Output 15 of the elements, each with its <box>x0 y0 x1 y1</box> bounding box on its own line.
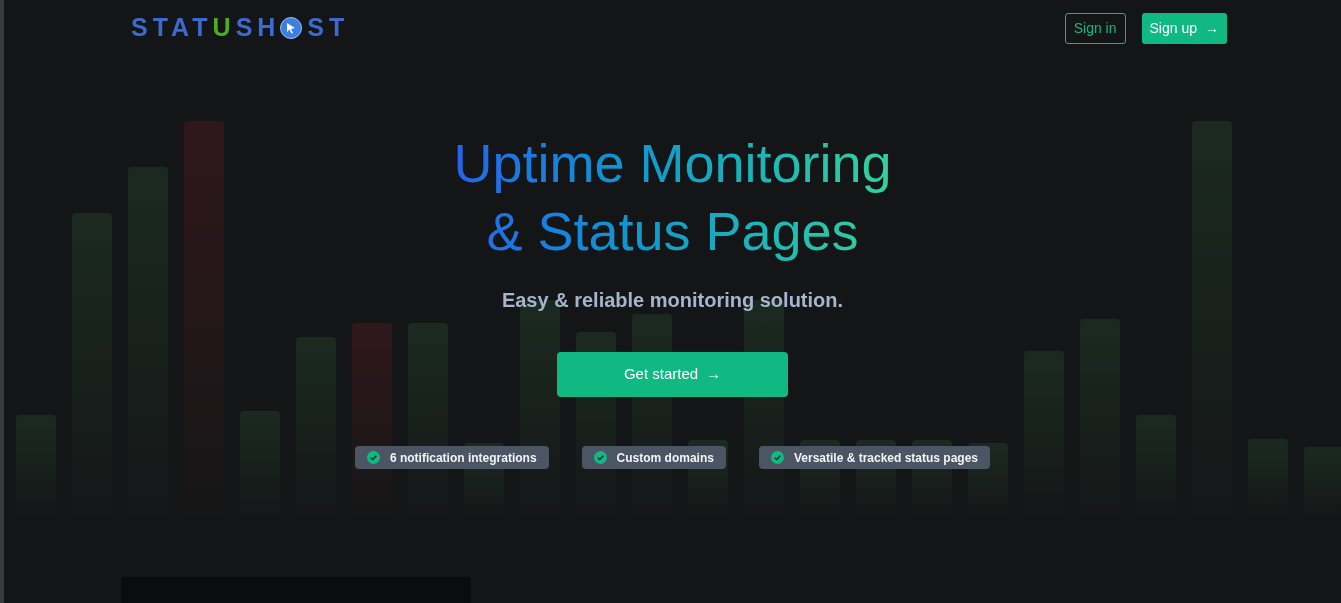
hero-subtitle: Easy & reliable monitoring solution. <box>501 288 844 313</box>
globe-icon <box>280 17 303 39</box>
logo-text: STAT <box>131 12 213 44</box>
feature-label: 6 notification integrations <box>389 449 537 467</box>
feature-label: Versatile & tracked status pages <box>793 449 979 467</box>
get-started-button[interactable]: Get started → <box>557 352 788 397</box>
sign-in-button[interactable]: Sign in <box>1064 12 1126 44</box>
feature-label: Custom domains <box>616 449 714 467</box>
check-icon <box>366 451 380 464</box>
check-icon <box>770 451 784 464</box>
sign-up-button[interactable]: Sign up → <box>1141 12 1227 44</box>
logo-text: SH <box>235 12 281 44</box>
logo-text: ST <box>307 12 350 44</box>
check-icon <box>593 451 607 464</box>
logo-text: U <box>212 12 236 44</box>
